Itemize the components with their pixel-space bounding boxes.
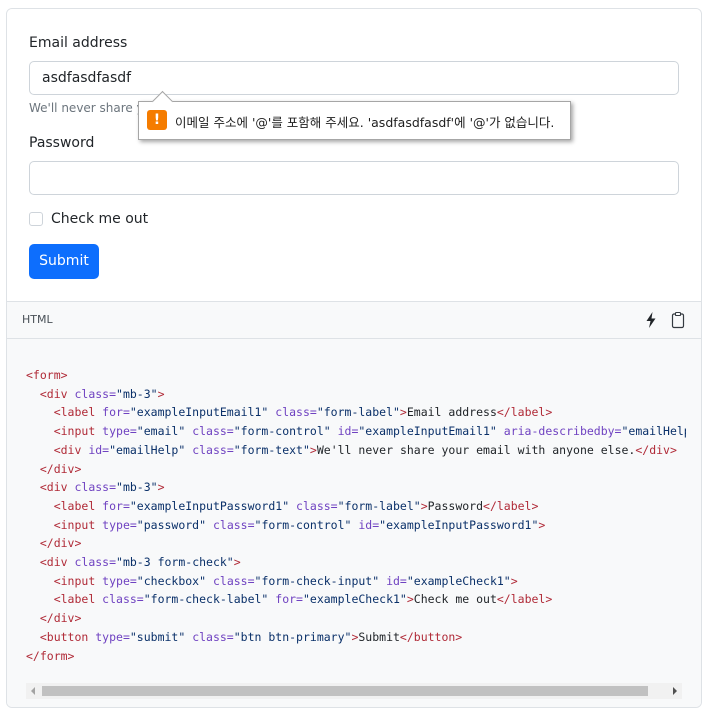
- code-line: <label for="exampleInputPassword1" class…: [53, 498, 539, 513]
- lightning-icon[interactable]: [644, 311, 658, 329]
- code-line: <button type="submit" class="btn btn-pri…: [39, 629, 463, 644]
- code-line: <label class="form-check-label" for="exa…: [53, 592, 553, 607]
- code-line: <input type="email" class="form-control"…: [53, 424, 686, 439]
- email-input[interactable]: asdfasdfasdf: [29, 61, 679, 95]
- password-input[interactable]: [29, 161, 679, 195]
- check-me-out-checkbox[interactable]: [29, 212, 43, 226]
- code-line: <div class="mb-3 form-check">: [39, 555, 241, 570]
- password-label: Password: [29, 135, 95, 151]
- scroll-right-arrow-icon[interactable]: [673, 687, 677, 695]
- code-area: <form> <div class="mb-3"> <label for="ex…: [7, 339, 701, 707]
- submit-button[interactable]: Submit: [29, 244, 99, 279]
- email-help-text: We'll never share y: [29, 101, 144, 115]
- code-language-label: HTML: [22, 313, 53, 326]
- code-line: <input type="checkbox" class="form-check…: [53, 573, 518, 588]
- docs-example-card: Email address asdfasdfasdf We'll never s…: [6, 8, 702, 708]
- code-line: <div id="emailHelp" class="form-text">We…: [53, 442, 677, 457]
- scroll-left-arrow-icon[interactable]: [31, 687, 35, 695]
- code-line: <div class="mb-3">: [39, 386, 165, 401]
- validation-tooltip: ! 이메일 주소에 '@'를 포함해 주세요. 'asdfasdfasdf'에 …: [138, 90, 571, 140]
- warning-icon: !: [147, 110, 167, 130]
- code-line: <label for="exampleInputEmail1" class="f…: [53, 405, 553, 420]
- code-line: <input type="password" class="form-contr…: [53, 517, 546, 532]
- code-line: <div class="mb-3">: [39, 480, 165, 495]
- code-line: </form>: [26, 648, 75, 663]
- code-line: </div>: [39, 461, 82, 476]
- code-line: </div>: [39, 611, 82, 626]
- code-line: </div>: [39, 536, 82, 551]
- code-line: <form>: [26, 368, 68, 382]
- horizontal-scrollbar[interactable]: [26, 683, 682, 699]
- check-me-out-label[interactable]: Check me out: [51, 211, 148, 227]
- clipboard-icon[interactable]: [671, 311, 685, 329]
- code-toolbar: HTML: [7, 301, 701, 339]
- email-label: Email address: [29, 35, 128, 51]
- code-block: <form> <div class="mb-3"> <label for="ex…: [26, 366, 686, 665]
- validation-message: 이메일 주소에 '@'를 포함해 주세요. 'asdfasdfasdf'에 '@…: [175, 115, 555, 130]
- form-preview: Email address asdfasdfasdf We'll never s…: [7, 9, 701, 301]
- scrollbar-thumb[interactable]: [42, 686, 648, 696]
